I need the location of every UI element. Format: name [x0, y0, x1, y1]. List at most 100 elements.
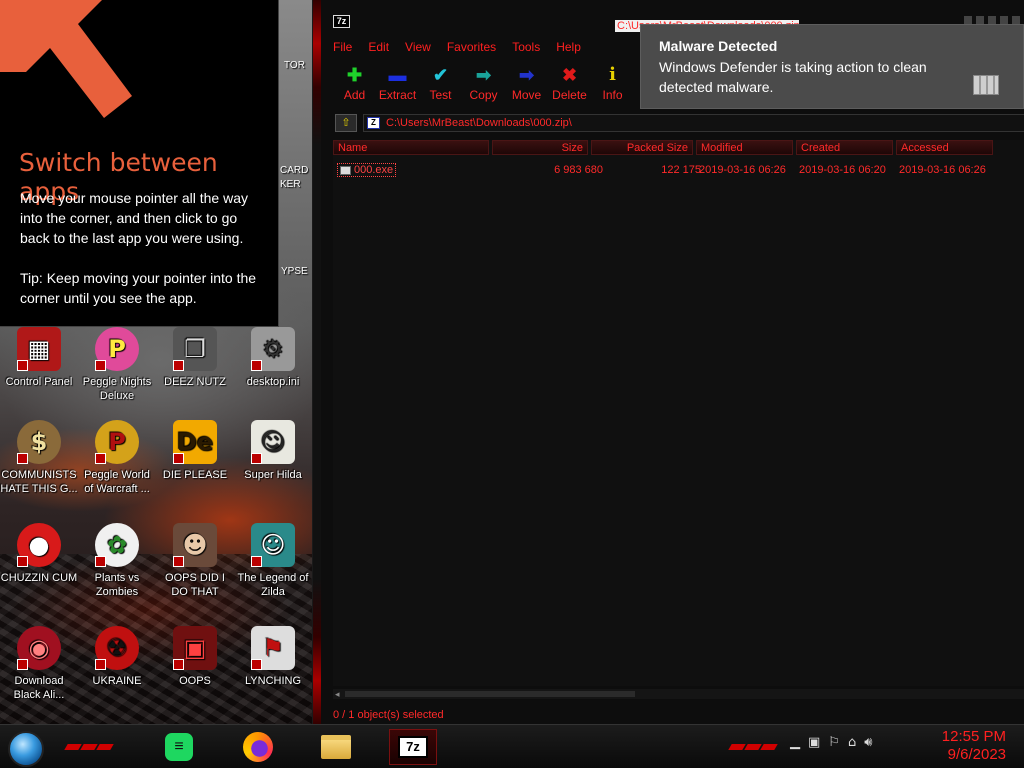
desktop-icon-control-panel[interactable]: ▦ Control Panel: [0, 327, 78, 389]
flag-icon: ⚑: [251, 626, 295, 670]
exe-file-icon: [340, 166, 351, 175]
desktop-icon-label: Super Hilda: [244, 469, 302, 481]
taskbar-7zip[interactable]: 7z: [389, 729, 437, 765]
column-header-accessed[interactable]: Accessed: [896, 140, 993, 155]
desktop-label-fragment: YPSE: [281, 266, 308, 277]
extract-button[interactable]: ▬ Extract: [376, 64, 419, 102]
action-center-flag-icon[interactable]: ⚐: [828, 735, 840, 750]
desktop-icon-super-hilda[interactable]: ☺ Super Hilda: [234, 420, 312, 482]
spotify-icon: ≡: [165, 733, 193, 761]
file-created: 2019-03-16 06:20: [799, 164, 886, 176]
table-row[interactable]: 000.exe 6 983 680 122 175 2019-03-16 06:…: [333, 162, 1024, 178]
file-list[interactable]: Name Size Packed Size Modified Created A…: [333, 140, 1024, 686]
volume-icon[interactable]: 🔊︎: [864, 735, 872, 750]
menu-edit[interactable]: Edit: [368, 40, 389, 56]
show-hidden-icons-icon[interactable]: ▁: [790, 735, 800, 750]
malware-toast[interactable]: Malware Detected Windows Defender is tak…: [640, 24, 1024, 109]
test-label: Test: [429, 88, 452, 102]
move-button[interactable]: ➡ Move: [505, 64, 548, 102]
folder-shortcut-icon: ❐: [173, 327, 217, 371]
desktop-icon-communists[interactable]: $ COMMUNISTS HATE THIS G...: [0, 420, 78, 496]
settings-file-icon: ⚙: [251, 327, 295, 371]
window-controls[interactable]: [964, 16, 1024, 24]
column-header-created[interactable]: Created: [796, 140, 893, 155]
file-accessed: 2019-03-16 06:26: [899, 164, 986, 176]
extract-label: Extract: [378, 88, 417, 102]
menu-view[interactable]: View: [405, 40, 431, 56]
desktop-icon-oops[interactable]: ▣ OOPS: [156, 626, 234, 688]
desktop-icon-label: DIE PLEASE: [162, 469, 228, 481]
scroll-left-icon[interactable]: ◂: [335, 689, 340, 700]
copy-button[interactable]: ➡ Copy: [462, 64, 505, 102]
menu-file[interactable]: File: [333, 40, 352, 56]
desktop-icon-peggle-wow[interactable]: P Peggle World of Warcraft ...: [78, 420, 156, 496]
desktop-icon-label: Control Panel: [5, 376, 73, 388]
desktop-label-fragment: TOR: [284, 60, 305, 71]
desktop-icon-ukraine[interactable]: ☢ UKRAINE: [78, 626, 156, 688]
menu-help[interactable]: Help: [556, 40, 581, 56]
taskbar-spotify[interactable]: ≡: [155, 729, 203, 765]
column-header-size[interactable]: Size: [492, 140, 588, 155]
desktop-icon-label: Peggle World of Warcraft ...: [84, 469, 150, 495]
taskbar-decoration: [728, 737, 778, 753]
menu-tools[interactable]: Tools: [512, 40, 540, 56]
plus-icon: ✚: [346, 65, 363, 85]
taskbar-file-explorer[interactable]: [312, 729, 360, 765]
taskbar-clock[interactable]: 12:55 PM 9/6/2023: [942, 728, 1006, 764]
start-orb-button[interactable]: [8, 731, 44, 767]
folder-icon: [321, 735, 351, 759]
desktop-icon-label: The Legend of Zilda: [237, 572, 309, 598]
info-button[interactable]: i Info: [591, 64, 634, 102]
column-header-name[interactable]: Name: [333, 140, 489, 155]
desktop-icon-chuzzin[interactable]: ● CHUZZIN CUM: [0, 523, 78, 585]
defender-wall-icon: [973, 75, 999, 95]
desktop-icon-lynching[interactable]: ⚑ LYNCHING: [234, 626, 312, 688]
zilda-icon: ☺: [251, 523, 295, 567]
scrollbar-thumb[interactable]: [345, 691, 635, 697]
test-button[interactable]: ✔ Test: [419, 64, 462, 102]
desktop-icon-label: CHUZZIN CUM: [0, 572, 78, 584]
check-icon: ✔: [432, 65, 449, 85]
desktop-icon-download-black-ali[interactable]: ◉ Download Black Ali...: [0, 626, 78, 702]
desktop-label-fragment: KER: [280, 179, 301, 190]
menu-bar: File Edit View Favorites Tools Help: [333, 40, 581, 56]
desktop-icon-label: desktop.ini: [246, 376, 300, 388]
file-name-cell[interactable]: 000.exe: [337, 163, 397, 177]
desktop-icon-label: DEEZ NUTZ: [164, 376, 226, 388]
add-button[interactable]: ✚ Add: [333, 64, 376, 102]
column-header-packed-size[interactable]: Packed Size: [591, 140, 693, 155]
clock-time: 12:55 PM: [941, 728, 1006, 745]
switch-apps-tip: Switch between apps Move your mouse poin…: [0, 0, 279, 327]
chuzzle-icon: ●: [17, 523, 61, 567]
desktop-icon-label: COMMUNISTS HATE THIS G...: [0, 469, 78, 495]
desktop-icon-peggle-nights[interactable]: P Peggle Nights Deluxe: [78, 327, 156, 403]
column-header-modified[interactable]: Modified: [696, 140, 793, 155]
move-arrow-icon: ➡: [518, 65, 535, 85]
horizontal-scrollbar[interactable]: ◂: [333, 689, 1024, 699]
toolbar: ✚ Add ▬ Extract ✔ Test ➡ Copy ➡ Move ✖ D…: [333, 64, 634, 102]
desktop-icon-desktop-ini[interactable]: ⚙ desktop.ini: [234, 327, 312, 389]
desktop-icon-deez-nutz[interactable]: ❐ DEEZ NUTZ: [156, 327, 234, 389]
toast-title: Malware Detected: [659, 38, 778, 54]
delete-button[interactable]: ✖ Delete: [548, 64, 591, 102]
desktop-icon-label: Plants vs Zombies: [94, 572, 140, 598]
up-folder-button[interactable]: ⇧: [335, 114, 357, 132]
archive-icon: Z: [367, 117, 380, 129]
desktop-icon-plants-vs-zombies[interactable]: ✿ Plants vs Zombies: [78, 523, 156, 599]
7zip-icon: 7z: [398, 736, 428, 758]
add-label: Add: [343, 88, 366, 102]
money-bag-icon: $: [17, 420, 61, 464]
delete-label: Delete: [552, 88, 587, 102]
clock-date: 9/6/2023: [947, 746, 1006, 763]
network-icon[interactable]: ⌂: [848, 735, 856, 750]
menu-favorites[interactable]: Favorites: [447, 40, 496, 56]
file-name: 000.exe: [354, 164, 394, 176]
system-tray: ▁ ▣ ⚐ ⌂ 🔊︎: [790, 735, 872, 750]
desktop-icon-die-please[interactable]: De DIE PLEASE: [156, 420, 234, 482]
file-packed-size: 122 175: [661, 164, 701, 176]
address-field[interactable]: Z C:\Users\MrBeast\Downloads\000.zip\: [363, 114, 1024, 132]
defender-tray-icon[interactable]: ▣: [808, 735, 820, 750]
desktop-icon-oops-did-i[interactable]: ☻ OOPS DID I DO THAT: [156, 523, 234, 599]
taskbar-firefox[interactable]: [234, 729, 282, 765]
desktop-icon-legend-of-zilda[interactable]: ☺ The Legend of Zilda: [234, 523, 312, 599]
